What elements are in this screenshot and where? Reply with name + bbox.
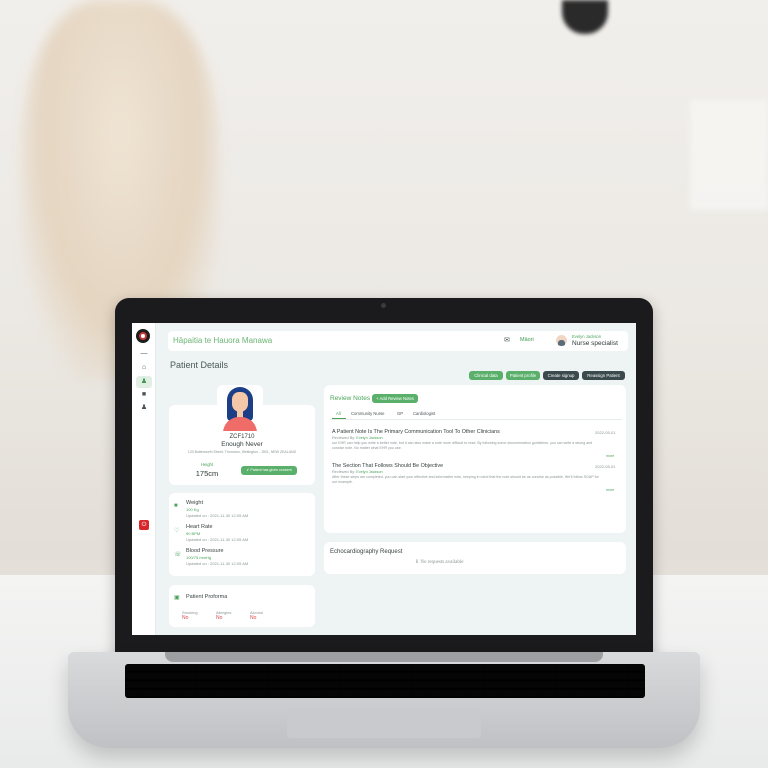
- vital-value: 90 BPM: [186, 531, 201, 536]
- vital-updated: Updated on : 2021-11-30 12:05 AM: [186, 513, 249, 518]
- app-screen: — ⌂ ♟ ■ ♟ ⏻ Hāpaitia te Hauora Manawa ✉ …: [132, 323, 636, 635]
- review-notes-card: [324, 385, 626, 533]
- proforma-value: No: [182, 615, 189, 621]
- tab-cardiologist[interactable]: Cardiologist: [413, 411, 435, 416]
- create-signup-button[interactable]: Create signup: [543, 371, 579, 380]
- clinical-data-button[interactable]: Clinical data: [469, 371, 503, 380]
- vital-title: Heart Rate: [186, 524, 213, 530]
- stethoscope-icon: ☏: [174, 552, 182, 558]
- consent-label: Patient has given consent: [250, 468, 292, 472]
- height-label: Height: [200, 462, 214, 467]
- patient-id: ZCF1710: [229, 434, 255, 440]
- sidebar: — ⌂ ♟ ■ ♟ ⏻: [132, 323, 156, 635]
- brand-title: Hāpaitia te Hauora Manawa: [173, 336, 273, 345]
- echo-card: [324, 542, 626, 574]
- reassign-patient-button[interactable]: Reassign Patient: [582, 371, 625, 380]
- home-icon[interactable]: ⌂: [138, 363, 150, 373]
- note-more-link[interactable]: more: [606, 488, 614, 492]
- language-toggle[interactable]: Māori: [520, 337, 534, 343]
- tab-all[interactable]: All: [336, 411, 341, 416]
- proforma-title: Patient Proforma: [186, 594, 228, 600]
- echo-title: Echocardiography Request: [330, 549, 403, 555]
- info-icon: ℹ: [416, 560, 418, 565]
- menu-icon[interactable]: —: [138, 349, 150, 359]
- top-bar: Hāpaitia te Hauora Manawa ✉ Māori Evelyn…: [168, 331, 628, 351]
- patient-icon[interactable]: ♟: [136, 376, 152, 388]
- tab-divider: [330, 419, 622, 420]
- vital-value: 100/75 mmHg: [186, 555, 212, 560]
- note-body: After these steps are completed, you can…: [332, 475, 599, 484]
- laptop-keyboard: [125, 664, 645, 698]
- proforma-value: No: [250, 615, 257, 621]
- note-more-link[interactable]: more: [606, 454, 614, 458]
- document-icon: ▣: [174, 595, 180, 601]
- chat-bubble-icon[interactable]: ✉: [504, 336, 510, 344]
- page-title: Patient Details: [170, 360, 229, 370]
- proforma-value: No: [216, 615, 223, 621]
- height-value: 175cm: [195, 469, 219, 478]
- add-review-notes-button[interactable]: + Add Review Notes: [372, 394, 418, 403]
- vital-updated: Updated on : 2021-11-30 12:05 AM: [186, 561, 249, 566]
- note-reviewer: Reviewed By: Evelyn Jackson: [332, 470, 383, 474]
- proforma-card: [169, 585, 315, 627]
- patient-avatar: [217, 385, 263, 431]
- user-role: Nurse specialist: [572, 340, 618, 347]
- laptop-camera: [381, 303, 386, 308]
- tab-community-nurse[interactable]: Community Nurse: [351, 411, 385, 416]
- note-body: our EHR can help you write a better note…: [332, 441, 593, 450]
- vital-updated: Updated on : 2021-11-30 12:05 AM: [186, 537, 249, 542]
- patient-address: 120 Butterworth Street, Thorndon, Wellin…: [187, 450, 297, 454]
- heart-icon: ♡: [174, 528, 180, 534]
- user-icon[interactable]: ♟: [138, 403, 150, 413]
- tab-gp[interactable]: GP: [397, 411, 403, 416]
- note-reviewer: Reviewed By: Evelyn Jackson: [332, 436, 383, 440]
- laptop-hinge: [165, 652, 603, 662]
- user-name[interactable]: Evelyn Jackson: [572, 334, 601, 339]
- scale-icon: ■: [174, 503, 178, 509]
- echo-empty-state: ℹ No requests available: [416, 560, 464, 565]
- background-frame: [690, 100, 768, 210]
- vital-value: 100 Kg: [186, 507, 199, 512]
- note-date: 2022-05-01: [595, 430, 616, 435]
- user-avatar[interactable]: [556, 335, 567, 346]
- laptop-trackpad: [287, 708, 481, 738]
- patient-profile-button[interactable]: Patient profile: [506, 371, 540, 380]
- chat-icon[interactable]: ■: [138, 390, 150, 400]
- consent-badge: ✔ Patient has given consent: [241, 466, 297, 475]
- vital-title: Weight: [186, 500, 204, 506]
- note-title: A Patient Note Is The Primary Communicat…: [332, 429, 500, 435]
- vital-title: Blood Pressure: [186, 548, 224, 554]
- patient-name: Enough Never: [221, 441, 263, 448]
- note-title: The Section That Follows Should Be Objec…: [332, 463, 444, 469]
- review-notes-title: Review Notes: [330, 395, 371, 402]
- note-date: 2022-05-01: [595, 464, 616, 469]
- power-icon[interactable]: ⏻: [139, 520, 149, 530]
- app-logo[interactable]: [136, 329, 150, 343]
